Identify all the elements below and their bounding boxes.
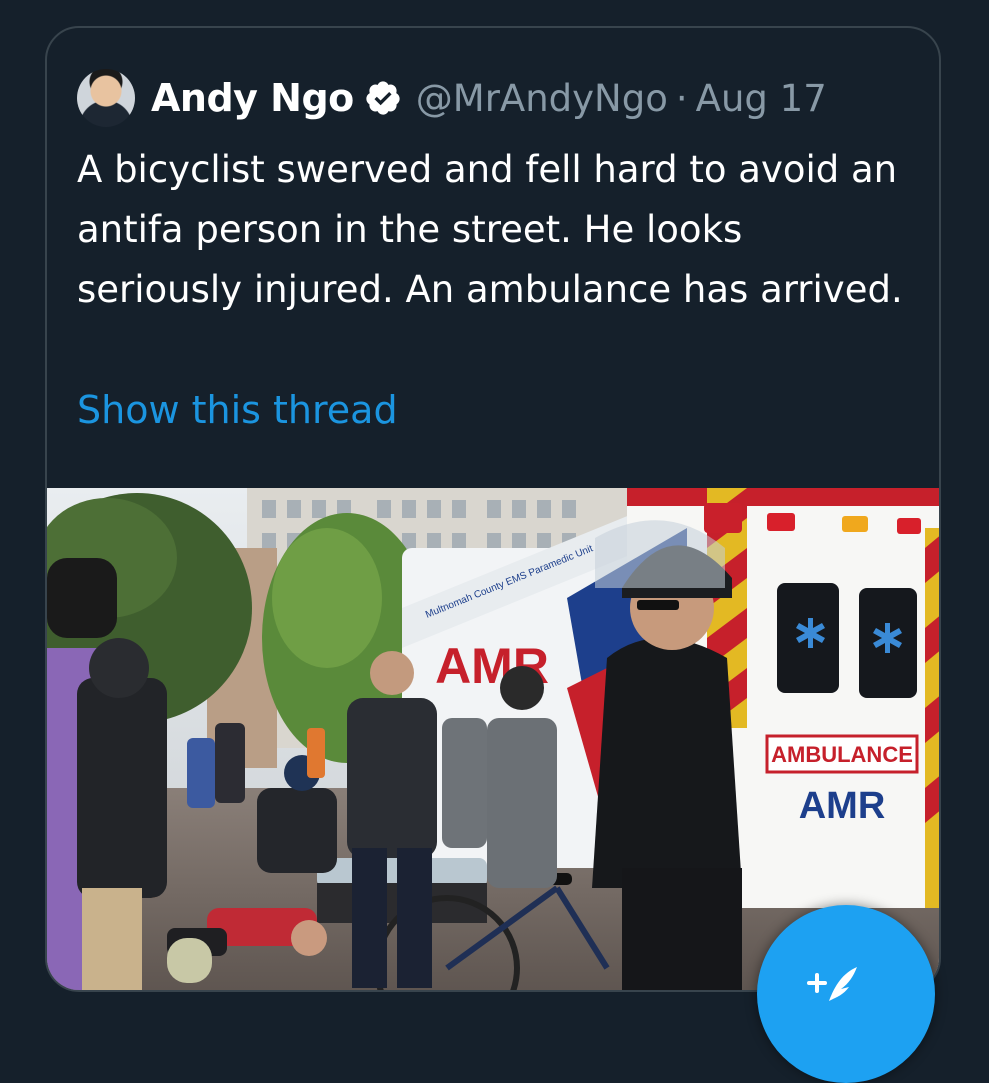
verified-badge-icon: [366, 81, 400, 115]
display-name[interactable]: Andy Ngo: [151, 76, 354, 120]
compose-tweet-icon: [807, 967, 857, 1001]
tweet-date[interactable]: Aug 17: [696, 77, 827, 120]
tweet-header: Andy Ngo @MrAndyNgo · Aug 17: [77, 68, 827, 128]
tweet-text: A bicyclist swerved and fell hard to avo…: [77, 148, 903, 311]
show-thread-link[interactable]: Show this thread: [77, 388, 398, 432]
compose-tweet-button[interactable]: [757, 905, 935, 1083]
separator-dot: ·: [675, 76, 688, 120]
tweet-card[interactable]: Andy Ngo @MrAndyNgo · Aug 17 A bicyclist…: [45, 26, 941, 992]
user-handle[interactable]: @MrAndyNgo: [416, 77, 668, 120]
ambulance-label: AMBULANCE: [771, 742, 913, 767]
amr-logo-rear: AMR: [799, 785, 886, 827]
avatar[interactable]: [77, 69, 135, 127]
